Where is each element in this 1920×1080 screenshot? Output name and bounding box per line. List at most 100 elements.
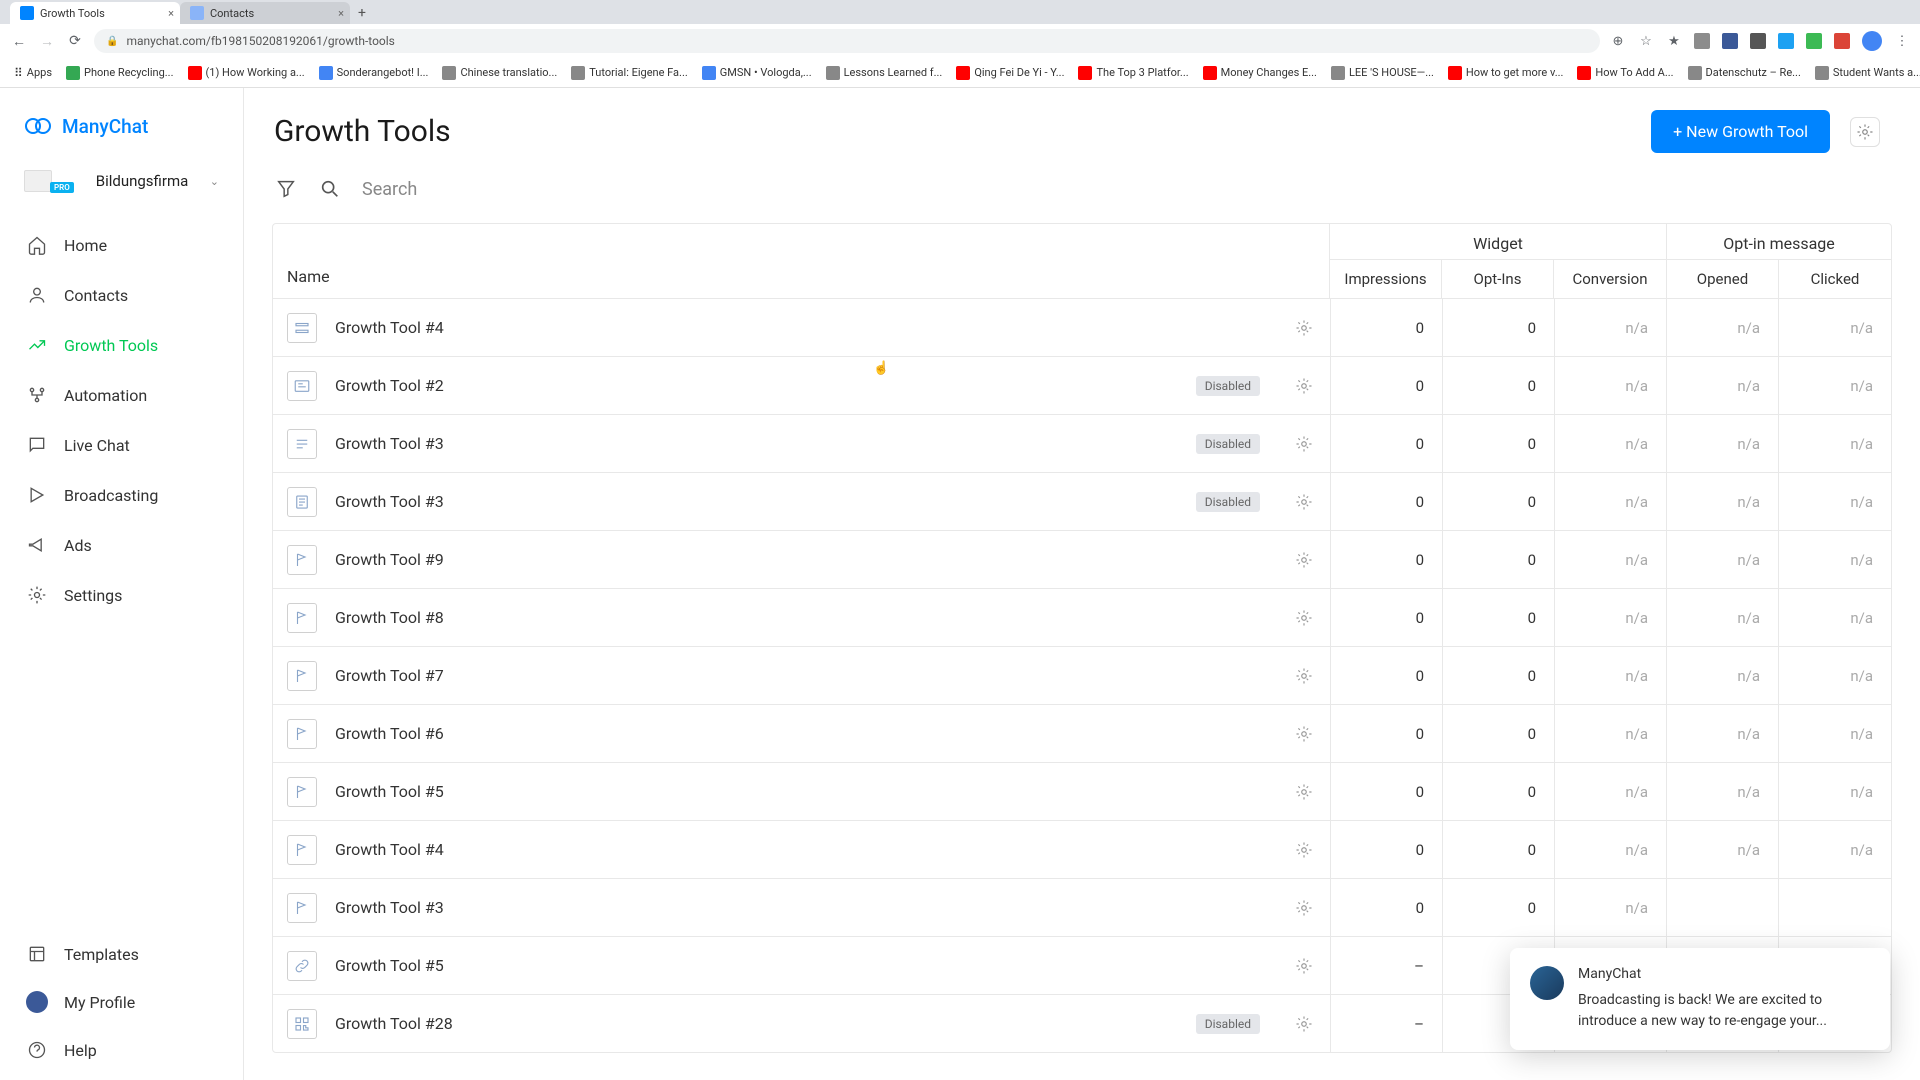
bookmark-item[interactable]: (1) How Working a... xyxy=(184,64,309,82)
row-settings-button[interactable] xyxy=(1292,490,1316,514)
table-row[interactable]: Growth Tool #400n/an/an/a xyxy=(273,298,1891,356)
close-icon[interactable]: × xyxy=(168,7,174,20)
cell-impressions: – xyxy=(1331,937,1443,994)
table-row[interactable]: Growth Tool #3Disabled00n/an/an/a xyxy=(273,472,1891,530)
sidebar-item-ads[interactable]: Ads xyxy=(0,520,243,570)
browser-tab-active[interactable]: Growth Tools × xyxy=(10,2,180,24)
tool-name: Growth Tool #4 xyxy=(335,318,444,337)
star-filled-icon[interactable]: ★ xyxy=(1666,33,1682,49)
extension-icon[interactable] xyxy=(1750,33,1766,49)
extension-icon[interactable] xyxy=(1778,33,1794,49)
forward-button[interactable]: → xyxy=(38,32,56,50)
new-tab-button[interactable]: + xyxy=(350,2,374,24)
zoom-icon[interactable]: ⊕ xyxy=(1610,33,1626,49)
table-row[interactable]: Growth Tool #500n/an/an/a xyxy=(273,762,1891,820)
nav-label: Ads xyxy=(64,536,92,555)
row-settings-button[interactable] xyxy=(1292,664,1316,688)
table-row[interactable]: Growth Tool #600n/an/an/a xyxy=(273,704,1891,762)
bookmark-item[interactable]: Tutorial: Eigene Fa... xyxy=(567,64,692,82)
sidebar-item-broadcasting[interactable]: Broadcasting xyxy=(0,470,243,520)
new-growth-tool-button[interactable]: + New Growth Tool xyxy=(1651,110,1830,153)
bookmark-item[interactable]: How to get more v... xyxy=(1444,64,1568,82)
menu-icon[interactable]: ⋮ xyxy=(1894,33,1910,49)
row-settings-button[interactable] xyxy=(1292,374,1316,398)
row-settings-button[interactable] xyxy=(1292,1012,1316,1036)
filter-icon[interactable] xyxy=(274,177,298,201)
account-switcher[interactable]: PRO Bildungsfirma ⌄ xyxy=(14,162,229,200)
sidebar-item-home[interactable]: Home xyxy=(0,220,243,270)
cell-impressions: – xyxy=(1331,995,1443,1052)
bookmark-apps[interactable]: ⠿Apps xyxy=(10,64,56,82)
col-optins[interactable]: Opt-Ins xyxy=(1442,260,1554,298)
bookmark-label: Lessons Learned f... xyxy=(844,66,943,79)
col-impressions[interactable]: Impressions xyxy=(1330,260,1442,298)
bookmark-item[interactable]: How To Add A... xyxy=(1573,64,1677,82)
back-button[interactable]: ← xyxy=(10,32,28,50)
search-row: Search xyxy=(244,163,1920,223)
cell-opened xyxy=(1667,879,1779,936)
bookmark-item[interactable]: Sonderangebot! I... xyxy=(315,64,433,82)
extension-icon[interactable] xyxy=(1694,33,1710,49)
sidebar-item-automation[interactable]: Automation xyxy=(0,370,243,420)
sidebar-item-growth-tools[interactable]: Growth Tools xyxy=(0,320,243,370)
sidebar-item-help[interactable]: Help xyxy=(0,1026,243,1074)
row-settings-button[interactable] xyxy=(1292,432,1316,456)
browser-tab[interactable]: Contacts × xyxy=(180,2,350,24)
page-settings-button[interactable] xyxy=(1850,117,1880,147)
bookmark-item[interactable]: Qing Fei De Yi - Y... xyxy=(952,64,1068,82)
extension-icon[interactable] xyxy=(1834,33,1850,49)
table-row[interactable]: Growth Tool #900n/an/an/a xyxy=(273,530,1891,588)
bookmark-item[interactable]: Money Changes E... xyxy=(1199,64,1321,82)
col-name[interactable]: Name xyxy=(273,224,1330,298)
row-settings-button[interactable] xyxy=(1292,838,1316,862)
main: Growth Tools + New Growth Tool Search Na… xyxy=(244,88,1920,1080)
extension-icon[interactable] xyxy=(1806,33,1822,49)
cell-opened: n/a xyxy=(1667,415,1779,472)
profile-avatar-icon[interactable] xyxy=(1862,31,1882,51)
search-icon[interactable] xyxy=(318,177,342,201)
col-opened[interactable]: Opened xyxy=(1667,260,1779,298)
row-settings-button[interactable] xyxy=(1292,316,1316,340)
bookmark-item[interactable]: Chinese translatio... xyxy=(438,64,561,82)
row-settings-button[interactable] xyxy=(1292,896,1316,920)
tab-favicon-icon xyxy=(20,6,34,20)
sidebar-item-contacts[interactable]: Contacts xyxy=(0,270,243,320)
row-settings-button[interactable] xyxy=(1292,548,1316,572)
table-row[interactable]: Growth Tool #300n/a xyxy=(273,878,1891,936)
table-row[interactable]: Growth Tool #2☝Disabled00n/an/an/a xyxy=(273,356,1891,414)
close-icon[interactable]: × xyxy=(338,7,344,20)
bookmark-favicon-icon xyxy=(1688,66,1702,80)
bookmark-item[interactable]: Datenschutz – Re... xyxy=(1684,64,1805,82)
row-settings-button[interactable] xyxy=(1292,780,1316,804)
col-conversion[interactable]: Conversion xyxy=(1554,260,1666,298)
sidebar-item-livechat[interactable]: Live Chat xyxy=(0,420,243,470)
url-input[interactable]: 🔒 manychat.com/fb198150208192061/growth-… xyxy=(94,29,1600,53)
chat-popup[interactable]: ManyChat Broadcasting is back! We are ex… xyxy=(1510,948,1890,1050)
row-settings-button[interactable] xyxy=(1292,606,1316,630)
bookmark-item[interactable]: LEE 'S HOUSE—... xyxy=(1327,64,1438,82)
table-row[interactable]: Growth Tool #800n/an/an/a xyxy=(273,588,1891,646)
bookmark-item[interactable]: Lessons Learned f... xyxy=(822,64,947,82)
brand-logo[interactable]: ManyChat xyxy=(0,102,243,158)
sidebar-item-profile[interactable]: My Profile xyxy=(0,978,243,1026)
bookmark-item[interactable]: Phone Recycling... xyxy=(62,64,177,82)
table-row[interactable]: Growth Tool #3Disabled00n/an/an/a xyxy=(273,414,1891,472)
sidebar: ManyChat PRO Bildungsfirma ⌄ Home Contac… xyxy=(0,88,244,1080)
bookmark-item[interactable]: The Top 3 Platfor... xyxy=(1074,64,1192,82)
star-icon[interactable]: ☆ xyxy=(1638,33,1654,49)
row-settings-button[interactable] xyxy=(1292,954,1316,978)
gear-icon xyxy=(26,584,48,606)
row-settings-button[interactable] xyxy=(1292,722,1316,746)
extension-icon[interactable] xyxy=(1722,33,1738,49)
bookmark-item[interactable]: Student Wants a... xyxy=(1811,64,1920,82)
search-input[interactable]: Search xyxy=(362,179,417,200)
bookmark-item[interactable]: GMSN • Vologda,... xyxy=(698,64,816,82)
url-text: manychat.com/fb198150208192061/growth-to… xyxy=(126,34,394,48)
col-clicked[interactable]: Clicked xyxy=(1779,260,1891,298)
sidebar-item-templates[interactable]: Templates xyxy=(0,930,243,978)
table-row[interactable]: Growth Tool #700n/an/an/a xyxy=(273,646,1891,704)
table-row[interactable]: Growth Tool #400n/an/an/a xyxy=(273,820,1891,878)
bookmark-favicon-icon xyxy=(1448,66,1462,80)
reload-button[interactable]: ⟳ xyxy=(66,32,84,50)
sidebar-item-settings[interactable]: Settings xyxy=(0,570,243,620)
